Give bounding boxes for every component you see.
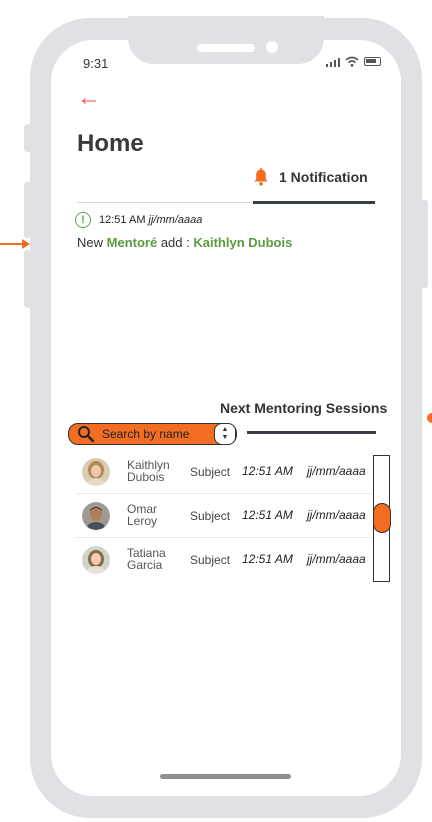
session-person-name: Kaithlyn Dubois [127, 459, 179, 483]
search-input[interactable]: Search by name ▲ ▼ [68, 423, 237, 445]
canvas: 9:31 ← Home 1 Notification ! 12:51 AM jj… [0, 0, 432, 822]
notification-role: Mentoré [106, 235, 158, 250]
home-indicator[interactable] [160, 774, 291, 779]
phone-camera [266, 41, 278, 53]
phone-side-button [24, 124, 32, 152]
tab-active-indicator [253, 201, 375, 204]
session-time: 12:51 AM [242, 552, 293, 566]
sessions-list: Kaithlyn Dubois Subject 12:51 AM jj/mm/a… [76, 450, 374, 582]
annotation-arrow [0, 239, 30, 249]
phone-side-button [420, 200, 428, 288]
notification-time: 12:51 AM [99, 214, 146, 226]
back-arrow-icon[interactable]: ← [77, 86, 101, 110]
list-item[interactable]: Omar Leroy Subject 12:51 AM jj/mm/aaaa [76, 494, 374, 538]
notification-prefix: New [77, 235, 104, 250]
page-title: Home [77, 130, 144, 157]
notification-timestamp: 12:51 AM jj/mm/aaaa [99, 214, 202, 226]
search-placeholder: Search by name [102, 427, 190, 441]
phone-notch [128, 16, 324, 64]
chevron-up-icon[interactable]: ▲ [222, 426, 229, 434]
session-last-name: Dubois [127, 470, 165, 484]
alert-icon: ! [75, 212, 91, 228]
session-person-name: Tatiana Garcia [127, 547, 179, 571]
battery-icon [364, 57, 381, 66]
notification-person[interactable]: Kaithlyn Dubois [193, 235, 292, 250]
wifi-icon [345, 56, 359, 67]
notification-header: ! 12:51 AM jj/mm/aaaa [75, 212, 202, 228]
session-time: 12:51 AM [242, 508, 293, 522]
session-last-name: Leroy [127, 514, 158, 528]
tab-notifications[interactable]: 1 Notification [253, 168, 368, 186]
avatar [82, 546, 110, 574]
notification-tab-label: 1 Notification [279, 169, 368, 185]
search-icon [78, 426, 95, 443]
notification-action: add : [160, 235, 190, 250]
session-subject: Subject [190, 509, 231, 523]
avatar [82, 458, 110, 486]
scrollbar-thumb[interactable] [373, 503, 391, 533]
session-date: jj/mm/aaaa [307, 464, 366, 478]
phone-side-button [24, 182, 32, 238]
session-person-name: Omar Leroy [127, 503, 179, 527]
avatar [82, 502, 110, 530]
sessions-scrollbar[interactable] [373, 455, 391, 582]
list-item[interactable]: Kaithlyn Dubois Subject 12:51 AM jj/mm/a… [76, 450, 374, 494]
notification-message[interactable]: New Mentoré add : Kaithlyn Dubois [77, 235, 292, 250]
status-icons [326, 56, 381, 67]
annotation-dot [427, 413, 432, 423]
list-item[interactable]: Tatiana Garcia Subject 12:51 AM jj/mm/aa… [76, 538, 374, 582]
sessions-underline [247, 431, 376, 434]
signal-icon [326, 57, 340, 67]
sessions-title: Next Mentoring Sessions [220, 400, 388, 416]
notification-date: jj/mm/aaaa [148, 214, 203, 226]
session-subject: Subject [190, 553, 231, 567]
session-last-name: Garcia [127, 558, 163, 572]
bell-icon [254, 168, 268, 186]
chevron-down-icon[interactable]: ▼ [222, 434, 229, 442]
session-time: 12:51 AM [242, 464, 293, 478]
status-time: 9:31 [83, 56, 109, 71]
session-date: jj/mm/aaaa [307, 552, 366, 566]
phone-side-button [24, 250, 32, 308]
session-subject: Subject [190, 465, 231, 479]
search-stepper[interactable]: ▲ ▼ [214, 423, 236, 445]
session-date: jj/mm/aaaa [307, 508, 366, 522]
phone-speaker [197, 44, 255, 52]
